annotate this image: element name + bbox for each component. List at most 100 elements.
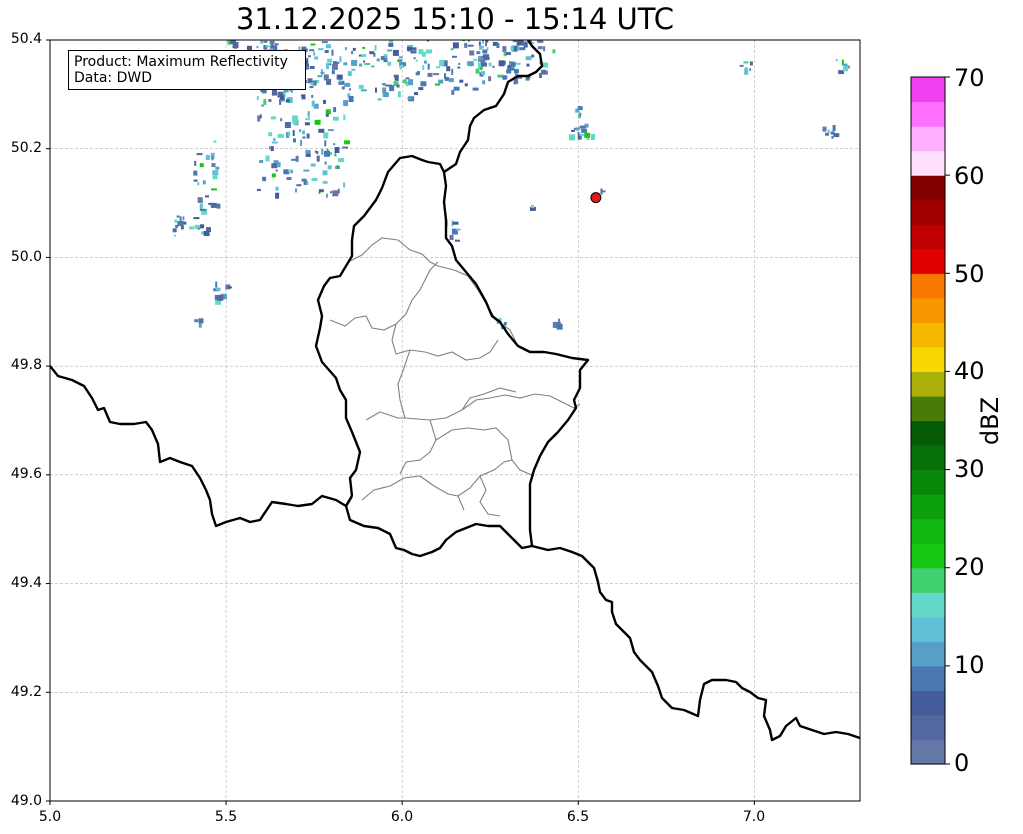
- colorbar-segment: [911, 273, 945, 299]
- canton-border: [365, 411, 405, 421]
- echo-cell: [293, 138, 296, 143]
- border-luxembourg-germany: [442, 171, 590, 547]
- echo-cell: [257, 115, 261, 122]
- echo-cell: [374, 45, 377, 51]
- echo-cell: [333, 143, 336, 146]
- map-frame: [49, 39, 861, 802]
- colorbar-tick-label: 10: [954, 651, 985, 679]
- echo-cell: [306, 182, 309, 185]
- echo-cell: [291, 115, 298, 121]
- canton-border: [399, 419, 437, 475]
- echo-cell: [263, 40, 268, 43]
- echo-cell: [360, 89, 367, 92]
- echo-cell: [351, 68, 356, 71]
- y-tick-label: 50.2: [10, 140, 42, 156]
- echo-cell: [455, 228, 461, 231]
- echo-cell: [196, 153, 203, 156]
- echo-cell: [381, 83, 386, 85]
- echo-cell: [831, 131, 835, 134]
- echo-cell: [331, 63, 338, 70]
- echo-cell: [227, 286, 232, 289]
- echo-cell: [359, 63, 363, 67]
- echo-cell: [522, 41, 527, 46]
- echo-cell: [452, 55, 457, 58]
- echo-cell: [271, 163, 278, 169]
- echo-cell: [467, 61, 474, 67]
- echo-cell: [275, 186, 279, 191]
- echo-cell: [515, 62, 521, 65]
- echo-cell: [569, 134, 575, 141]
- colorbar-segment: [911, 518, 945, 544]
- echo-cell: [452, 42, 459, 49]
- echo-cell: [273, 138, 276, 141]
- echo-cell: [292, 130, 295, 136]
- echo-cell: [318, 189, 324, 193]
- echo-cell: [270, 116, 276, 120]
- echo-cell: [216, 203, 221, 209]
- echo-cell: [472, 87, 479, 91]
- colorbar-segment: [911, 592, 945, 618]
- echo-cell: [172, 228, 177, 233]
- echo-cell: [484, 57, 490, 60]
- echo-cell: [277, 133, 284, 138]
- echo-cell: [571, 129, 575, 132]
- echo-cell: [749, 61, 753, 66]
- echo-cell: [280, 95, 284, 100]
- echo-cell: [344, 140, 351, 145]
- echo-cell: [335, 61, 340, 64]
- echo-cell: [415, 72, 420, 76]
- echo-cell: [482, 49, 488, 54]
- echo-cell: [458, 62, 461, 65]
- colorbar-segment: [911, 175, 945, 201]
- echo-cell: [744, 68, 749, 75]
- echo-cell: [284, 122, 291, 128]
- echo-cell: [399, 64, 404, 68]
- echo-cell: [505, 52, 511, 55]
- echo-cell: [202, 180, 206, 185]
- echo-cell: [362, 46, 366, 49]
- echo-cell: [314, 56, 319, 60]
- x-tick-label: 7.0: [742, 809, 766, 825]
- colorbar-segment: [911, 322, 945, 348]
- colorbar-tick-label: 40: [954, 357, 985, 385]
- echo-cell: [194, 160, 197, 166]
- echo-cell: [344, 47, 347, 51]
- echo-cell: [459, 79, 464, 83]
- echo-cell: [556, 323, 563, 330]
- echo-cell: [833, 133, 840, 138]
- colorbar-tick-label: 30: [954, 455, 985, 483]
- echo-cell: [406, 46, 412, 51]
- echo-cell: [317, 48, 324, 51]
- echo-cell: [347, 71, 352, 77]
- echo-cell: [526, 63, 530, 67]
- echo-cell: [199, 163, 204, 168]
- echo-cell: [476, 51, 481, 55]
- echo-cell: [453, 86, 460, 91]
- echo-cell: [324, 50, 329, 53]
- echo-cell: [348, 96, 354, 102]
- echo-cell: [467, 44, 474, 47]
- echo-cell: [320, 71, 325, 74]
- echo-cell: [502, 75, 508, 80]
- echo-cell: [322, 170, 328, 176]
- echo-cell: [424, 60, 427, 64]
- echo-cell: [336, 165, 339, 170]
- echo-cell: [262, 178, 266, 182]
- echo-cell: [831, 135, 834, 139]
- echo-cell: [314, 150, 317, 153]
- echo-cell: [173, 234, 176, 237]
- echo-cell: [304, 122, 310, 126]
- echo-cell: [311, 178, 318, 181]
- echo-cell: [407, 97, 413, 100]
- colorbar-segment: [911, 567, 945, 593]
- echo-cell: [215, 281, 218, 288]
- echo-cell: [352, 47, 356, 51]
- echo-cell: [270, 146, 274, 152]
- colorbar-tick-label: 60: [954, 162, 985, 190]
- border-luxembourg-france: [344, 495, 533, 558]
- echo-cell: [525, 56, 532, 61]
- echo-cell: [189, 226, 195, 230]
- echo-cell: [373, 52, 376, 57]
- echo-cell: [211, 156, 214, 161]
- colorbar-tick-label: 50: [954, 260, 985, 288]
